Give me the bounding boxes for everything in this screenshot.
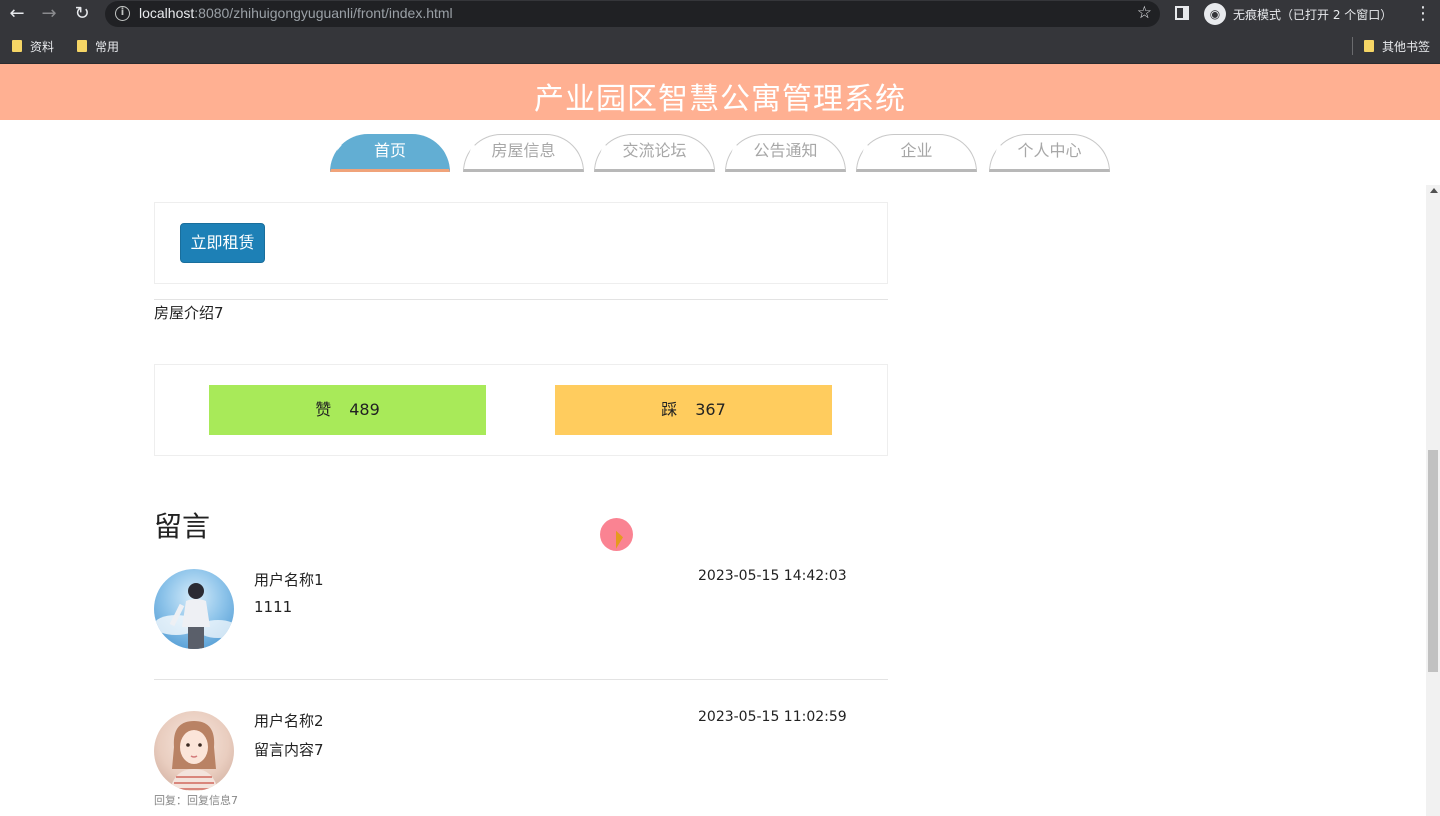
site-info-icon[interactable]: i (115, 6, 130, 21)
reload-icon[interactable]: ↻ (71, 3, 93, 25)
scroll-up-arrow-icon[interactable] (1430, 188, 1438, 193)
user-avatar-illustration (154, 583, 234, 649)
message-username: 用户名称2 (254, 712, 324, 730)
bookmark-folder-other[interactable]: 其他书签 (1364, 38, 1430, 55)
folder-icon (77, 40, 87, 52)
side-panel-icon[interactable] (1175, 6, 1189, 20)
messages-heading: 留言 (154, 510, 211, 543)
dislike-button[interactable]: 踩 367 (555, 385, 832, 435)
incognito-icon[interactable]: ◉ (1204, 3, 1226, 25)
tab-forum[interactable]: 交流论坛 (594, 134, 715, 172)
avatar (154, 711, 234, 791)
rent-now-button[interactable]: 立即租赁 (180, 223, 265, 263)
like-button[interactable]: 赞 489 (209, 385, 486, 435)
tab-housing-info[interactable]: 房屋信息 (463, 134, 584, 172)
divider (154, 679, 888, 680)
tab-announcements[interactable]: 公告通知 (725, 134, 846, 172)
site-header: 产业园区智慧公寓管理系统 (0, 64, 1440, 120)
tab-home[interactable]: 首页 (330, 134, 450, 172)
bookmarks-bar: 资料 常用 其他书签 (0, 28, 1440, 64)
back-arrow-icon[interactable]: ← (6, 3, 28, 25)
mouse-cursor-icon (616, 530, 623, 552)
browser-toolbar: ← → ↻ i localhost:8080/zhihuigongyuguanl… (0, 0, 1440, 28)
url-text[interactable]: localhost:8080/zhihuigongyuguanli/front/… (139, 5, 453, 21)
folder-icon (1364, 40, 1374, 52)
message-content: 1111 (254, 598, 293, 616)
tab-enterprise[interactable]: 企业 (856, 134, 977, 172)
message-reply: 回复：回复信息7 (154, 794, 238, 807)
user-avatar-illustration (170, 721, 218, 791)
bookmark-star-icon[interactable]: ☆ (1137, 3, 1152, 23)
menu-dots-icon[interactable]: ⋮ (1414, 3, 1432, 24)
bookmark-folder-ziliao[interactable]: 资料 (12, 38, 54, 55)
divider (154, 299, 888, 300)
tab-personal-center[interactable]: 个人中心 (989, 134, 1110, 172)
house-intro: 房屋介绍7 (154, 304, 224, 322)
forward-arrow-icon[interactable]: → (38, 3, 60, 25)
address-bar[interactable]: i localhost:8080/zhihuigongyuguanli/fron… (105, 1, 1160, 27)
message-content: 留言内容7 (254, 741, 324, 759)
scrollbar-thumb[interactable] (1428, 450, 1438, 672)
bookmark-folder-changyong[interactable]: 常用 (77, 38, 119, 55)
message-username: 用户名称1 (254, 571, 324, 589)
message-time: 2023-05-15 11:02:59 (698, 709, 847, 725)
site-title: 产业园区智慧公寓管理系统 (534, 82, 906, 117)
bookmarks-divider (1352, 37, 1353, 55)
incognito-label[interactable]: 无痕模式（已打开 2 个窗口） (1233, 6, 1392, 23)
avatar (154, 569, 234, 649)
folder-icon (12, 40, 22, 52)
message-time: 2023-05-15 14:42:03 (698, 568, 847, 584)
